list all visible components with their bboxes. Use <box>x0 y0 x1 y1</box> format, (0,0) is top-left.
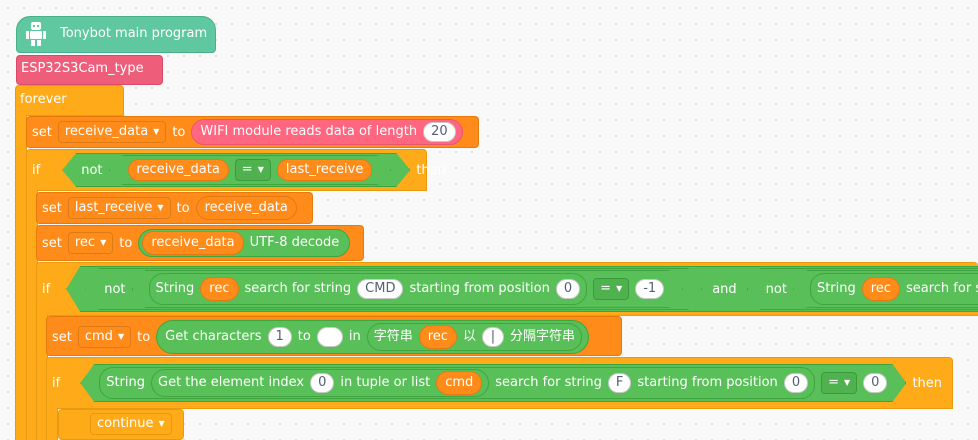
string-label: String <box>155 281 195 296</box>
if-keyword: if <box>52 375 61 391</box>
rec-reporter[interactable]: rec <box>200 277 238 301</box>
rec-reporter[interactable]: rec <box>862 277 900 301</box>
to-keyword: to <box>137 329 151 345</box>
compare-value-input[interactable]: -1 <box>635 279 664 299</box>
equals-operator-3[interactable]: String rec search for string <box>793 270 978 308</box>
if-3-row: if String Get the element index 0 in tup… <box>52 364 942 402</box>
chevron-down-icon: ▼ <box>157 203 164 212</box>
not-operator-2[interactable]: not String rec search for string CMD sta… <box>85 268 702 310</box>
get-characters-reporter[interactable]: Get characters 1 to in 字符串 rec 以 | 分隔字符串 <box>156 320 589 354</box>
chevron-down-icon: ▼ <box>616 284 623 293</box>
variable-dropdown-cmd[interactable]: cmd ▼ <box>77 326 132 348</box>
set-keyword: set <box>32 124 52 140</box>
set-cmd-row: set cmd ▼ to Get characters 1 to in 字符串 r… <box>52 320 589 354</box>
to-index-input[interactable] <box>316 327 343 347</box>
set-keyword: set <box>42 200 62 216</box>
if-keyword: if <box>42 281 51 297</box>
get-characters-label: Get characters <box>165 329 262 344</box>
if-block-3-arm <box>46 408 58 440</box>
chevron-down-icon: ▼ <box>100 238 107 247</box>
variable-dropdown-last-receive[interactable]: last_receive ▼ <box>67 197 171 219</box>
receive-data-reporter[interactable]: receive_data <box>195 196 297 220</box>
continue-dropdown[interactable]: continue ▼ <box>90 413 172 435</box>
cmd-reporter[interactable]: cmd <box>436 371 482 395</box>
and-operator[interactable]: not String rec search for string CMD sta… <box>66 266 978 312</box>
rec-reporter[interactable]: rec <box>418 325 457 349</box>
robot-icon <box>25 21 47 47</box>
to-keyword: to <box>119 235 133 251</box>
not-operator-3[interactable]: not String rec search for string <box>747 268 978 310</box>
then-keyword: then <box>912 375 943 391</box>
operator-dropdown-equals[interactable]: = ▼ <box>593 278 629 300</box>
position-input[interactable]: 0 <box>784 373 808 393</box>
to-keyword: to <box>172 124 186 140</box>
cn-by-label: 以 <box>462 329 476 344</box>
search-label: search for string <box>495 375 602 390</box>
set-keyword: set <box>42 235 62 251</box>
string-label: String <box>816 281 856 296</box>
to-label: to <box>297 329 311 344</box>
equals-operator-4[interactable]: String Get the element index 0 in tuple … <box>80 364 906 402</box>
not-keyword: not <box>104 281 126 297</box>
length-input[interactable]: 20 <box>423 122 456 142</box>
get-element-index-label: Get the element index <box>158 375 305 390</box>
cn-string-label: 字符串 <box>373 329 413 344</box>
chevron-down-icon: ▼ <box>117 332 125 341</box>
not-keyword: not <box>81 162 103 178</box>
chevron-down-icon: ▼ <box>158 419 165 428</box>
chevron-down-icon: ▼ <box>844 378 851 387</box>
from-index-input[interactable]: 1 <box>267 327 292 347</box>
then-keyword: then <box>416 162 446 178</box>
set-last-receive-row: set last_receive ▼ to receive_data <box>42 194 297 222</box>
forever-label: forever <box>20 92 67 107</box>
cn-split-label: 分隔字符串 <box>509 329 575 344</box>
if-2-row: if not String rec search for string CMD … <box>42 266 978 312</box>
starting-position-label: starting from position <box>637 375 778 390</box>
not-keyword: not <box>765 281 787 297</box>
position-input[interactable]: 0 <box>556 279 580 299</box>
chevron-down-icon: ▼ <box>153 127 160 136</box>
receive-data-reporter[interactable]: receive_data <box>128 159 229 181</box>
variable-dropdown-receive-data[interactable]: receive_data ▼ <box>57 121 167 143</box>
string-search-reporter-3[interactable]: String Get the element index 0 in tuple … <box>99 367 815 399</box>
utf8-decode-label: UTF-8 decode <box>249 235 340 250</box>
string-search-reporter-2[interactable]: String rec search for string <box>810 273 978 305</box>
starting-position-label: starting from position <box>409 281 550 296</box>
hat-label: Tonybot main program <box>60 26 208 41</box>
variable-dropdown-rec[interactable]: rec ▼ <box>67 232 114 254</box>
string-search-reporter[interactable]: String rec search for string CMD startin… <box>149 273 588 305</box>
equals-operator-2[interactable]: String rec search for string CMD startin… <box>132 270 684 308</box>
search-label: search for string <box>905 281 972 296</box>
wifi-read-label: WIFI module reads data of length <box>200 124 418 139</box>
if-1-row: if not receive_data = ▼ last_receive then <box>32 152 446 188</box>
set-keyword: set <box>52 329 72 345</box>
utf8-decode-reporter[interactable]: receive_data UTF-8 decode <box>138 229 351 257</box>
search-term-input[interactable]: CMD <box>357 279 403 299</box>
esp32-type-label: ESP32S3Cam_type <box>21 61 144 76</box>
chevron-down-icon: ▼ <box>257 165 264 174</box>
set-receive-data-row: set receive_data ▼ to WIFI module reads d… <box>32 118 463 146</box>
last-receive-reporter[interactable]: last_receive <box>277 159 372 181</box>
split-string-reporter[interactable]: 字符串 rec 以 | 分隔字符串 <box>366 323 582 351</box>
element-index-input[interactable]: 0 <box>310 373 334 393</box>
in-label: in <box>348 329 361 344</box>
set-rec-row: set rec ▼ to receive_data UTF-8 decode <box>42 228 351 258</box>
search-term-input[interactable]: F <box>608 373 631 393</box>
search-label: search for string <box>244 281 352 296</box>
not-operator-1[interactable]: not receive_data = ▼ last_receive <box>62 153 410 187</box>
separator-input[interactable]: | <box>481 327 504 347</box>
wifi-read-reporter[interactable]: WIFI module reads data of length 20 <box>191 119 463 145</box>
receive-data-reporter[interactable]: receive_data <box>142 231 244 255</box>
operator-dropdown-equals[interactable]: = ▼ <box>235 159 271 181</box>
operator-dropdown-equals[interactable]: = ▼ <box>821 372 857 394</box>
to-keyword: to <box>176 200 190 216</box>
equals-operator-1[interactable]: receive_data = ▼ last_receive <box>109 155 392 185</box>
and-keyword: and <box>712 281 737 297</box>
in-tuple-label: in tuple or list <box>340 375 431 390</box>
string-label: String <box>106 375 145 390</box>
get-element-index-reporter[interactable]: Get the element index 0 in tuple or list… <box>151 369 489 397</box>
continue-row: continue ▼ <box>64 412 172 436</box>
compare-value-input[interactable]: 0 <box>863 373 887 393</box>
if-keyword: if <box>32 162 41 178</box>
